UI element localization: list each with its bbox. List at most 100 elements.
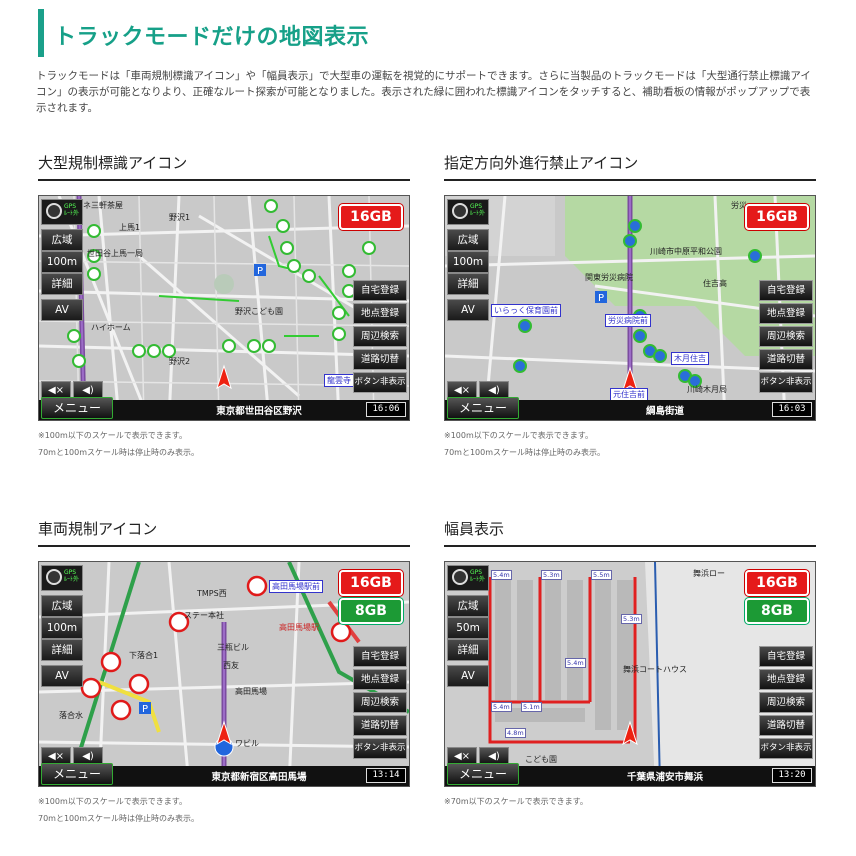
- nav-screen: P ネ三軒茶屋 野沢1 上馬1 世田谷上馬一局 野沢2 ハイホーム 野沢こども園…: [38, 195, 410, 421]
- av-button[interactable]: AV: [447, 665, 489, 687]
- map-label: 川崎木月局: [687, 385, 727, 394]
- wide-area-button[interactable]: 広域: [41, 229, 83, 251]
- volume-controls: ◀× ◀): [447, 378, 515, 399]
- nearby-search-button[interactable]: 周辺検索: [759, 692, 813, 713]
- section-notes: ※70m以下のスケールで表示できます。: [444, 793, 816, 810]
- save-home-button[interactable]: 自宅登録: [353, 646, 407, 667]
- save-point-button[interactable]: 地点登録: [759, 303, 813, 324]
- map-label: 落合水: [59, 711, 83, 720]
- scale-display: 100m: [41, 251, 83, 273]
- note-line: ※100m以下のスケールで表示できます。: [38, 797, 187, 806]
- map-label: 高田馬場: [235, 687, 267, 696]
- 16gb-badge: 16GB: [745, 570, 809, 596]
- map-label: 木月住吉: [671, 352, 709, 365]
- road-switch-button[interactable]: 道路切替: [353, 715, 407, 736]
- wide-area-button[interactable]: 広域: [447, 229, 489, 251]
- road-switch-button[interactable]: 道路切替: [353, 349, 407, 370]
- 8gb-badge: 8GB: [745, 598, 809, 624]
- hide-buttons-button[interactable]: ボタン非表示: [353, 372, 407, 393]
- width-label: 5.4m: [565, 658, 586, 668]
- width-label: 5.3m: [541, 570, 562, 580]
- map-label: いらっく保育園前: [491, 304, 561, 317]
- section-notes: ※100m以下のスケールで表示できます。 70mと100mスケール時は停止時のみ…: [444, 427, 816, 461]
- note-line: ※100m以下のスケールで表示できます。: [38, 431, 187, 440]
- av-button[interactable]: AV: [41, 299, 83, 321]
- map-label: 野沢1: [169, 213, 191, 222]
- hide-buttons-button[interactable]: ボタン非表示: [759, 372, 813, 393]
- map-label: ハイホーム: [91, 323, 131, 332]
- location-text: 東京都世田谷区野沢: [216, 406, 302, 417]
- volume-controls: ◀× ◀): [41, 378, 109, 399]
- compass-icon[interactable]: [46, 569, 62, 585]
- av-button[interactable]: AV: [41, 665, 83, 687]
- hide-buttons-button[interactable]: ボタン非表示: [353, 738, 407, 759]
- map-label: 川崎市中原平和公園: [650, 247, 722, 256]
- clock: 16:03: [772, 402, 812, 417]
- save-point-button[interactable]: 地点登録: [353, 303, 407, 324]
- save-home-button[interactable]: 自宅登録: [759, 280, 813, 301]
- clock: 13:14: [366, 768, 406, 783]
- menu-button[interactable]: メニュー: [447, 397, 519, 419]
- map-label: 上馬1: [119, 223, 141, 232]
- note-line: ※100m以下のスケールで表示できます。: [444, 431, 593, 440]
- map-label: 高田馬場駅: [279, 623, 319, 632]
- scale-display: 100m: [447, 251, 489, 273]
- menu-button[interactable]: メニュー: [447, 763, 519, 785]
- detail-button[interactable]: 詳細: [41, 639, 83, 661]
- wide-area-button[interactable]: 広域: [41, 595, 83, 617]
- clock: 16:06: [366, 402, 406, 417]
- detail-button[interactable]: 詳細: [41, 273, 83, 295]
- map-label: 関東労災病院: [585, 273, 633, 282]
- width-label: 5.3m: [621, 614, 642, 624]
- note-line: 70mと100mスケール時は停止時のみ表示。: [38, 814, 200, 823]
- nearby-search-button[interactable]: 周辺検索: [759, 326, 813, 347]
- map-label: 世田谷上馬一局: [87, 249, 143, 258]
- av-button[interactable]: AV: [447, 299, 489, 321]
- compass-icon[interactable]: [452, 203, 468, 219]
- clock: 13:20: [772, 768, 812, 783]
- gps-indicator: GPS ﾙｰﾄ外: [41, 565, 83, 591]
- map-label: 下落合1: [129, 651, 159, 660]
- map-label: ネ三軒茶屋: [83, 201, 123, 210]
- menu-button[interactable]: メニュー: [41, 397, 113, 419]
- save-home-button[interactable]: 自宅登録: [353, 280, 407, 301]
- page-title-block: トラックモードだけの地図表示: [38, 9, 818, 57]
- section-vehicle-restriction-icons: 車両規制アイコン P TMPS西 高田馬場駅前 高田馬場駅 ステー本社 下落合1…: [38, 518, 410, 827]
- scale-display: 50m: [447, 617, 489, 639]
- menu-button[interactable]: メニュー: [41, 763, 113, 785]
- location-text: 東京都新宿区高田馬場: [211, 772, 307, 783]
- compass-icon[interactable]: [452, 569, 468, 585]
- map-label: 野沢2: [169, 357, 191, 366]
- road-switch-button[interactable]: 道路切替: [759, 715, 813, 736]
- compass-icon[interactable]: [46, 203, 62, 219]
- section-heading: 幅員表示: [444, 518, 816, 547]
- note-line: 70mと100mスケール時は停止時のみ表示。: [38, 448, 200, 457]
- detail-button[interactable]: 詳細: [447, 273, 489, 295]
- hide-buttons-button[interactable]: ボタン非表示: [759, 738, 813, 759]
- road-switch-button[interactable]: 道路切替: [759, 349, 813, 370]
- map-label: 三瓶ビル: [217, 643, 249, 652]
- 16gb-badge: 16GB: [745, 204, 809, 230]
- gps-indicator: GPS ﾙｰﾄ外: [447, 565, 489, 591]
- nearby-search-button[interactable]: 周辺検索: [353, 326, 407, 347]
- volume-controls: ◀× ◀): [41, 744, 109, 765]
- width-label: 5.4m: [491, 570, 512, 580]
- map-label: 労災病院前: [605, 314, 651, 327]
- map-label: 舞浜コートハウス: [623, 665, 687, 674]
- map-label: 舞浜ロー: [693, 569, 725, 578]
- map-label: 高田馬場駅前: [269, 580, 323, 593]
- detail-button[interactable]: 詳細: [447, 639, 489, 661]
- title-accent-bar: [38, 9, 44, 57]
- save-point-button[interactable]: 地点登録: [759, 669, 813, 690]
- nav-screen: 舞浜ロー 舞浜コートハウス こども園 5.4m 5.3m 5.5m 5.3m 5…: [444, 561, 816, 787]
- note-line: ※70m以下のスケールで表示できます。: [444, 797, 588, 806]
- width-label: 5.5m: [591, 570, 612, 580]
- save-point-button[interactable]: 地点登録: [353, 669, 407, 690]
- scale-display: 100m: [41, 617, 83, 639]
- width-label: 5.4m: [491, 702, 512, 712]
- wide-area-button[interactable]: 広域: [447, 595, 489, 617]
- nav-screen: P TMPS西 高田馬場駅前 高田馬場駅 ステー本社 下落合1 三瓶ビル 西友 …: [38, 561, 410, 787]
- save-home-button[interactable]: 自宅登録: [759, 646, 813, 667]
- svg-text:P: P: [142, 704, 148, 715]
- nearby-search-button[interactable]: 周辺検索: [353, 692, 407, 713]
